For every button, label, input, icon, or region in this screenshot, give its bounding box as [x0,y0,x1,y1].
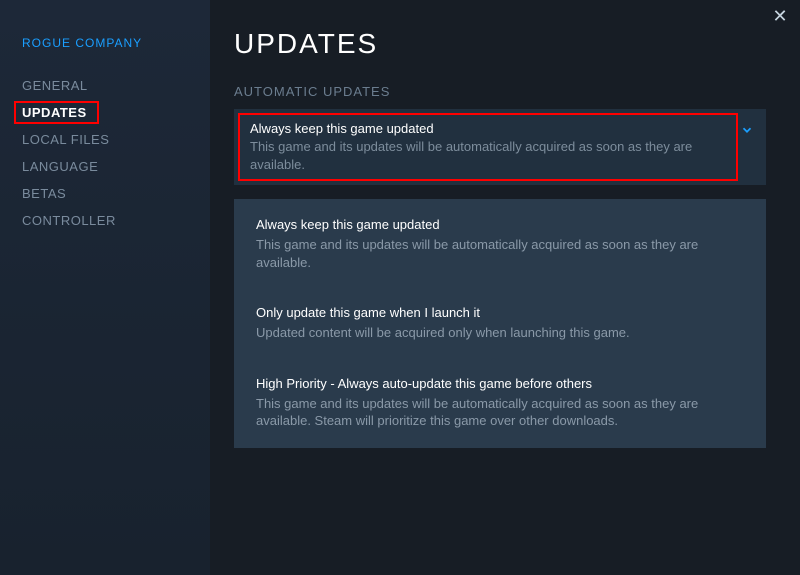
option-desc: Updated content will be acquired only wh… [256,324,744,342]
option-high-priority[interactable]: High Priority - Always auto-update this … [234,366,766,440]
selected-option-title: Always keep this game updated [250,121,726,136]
sidebar-item-updates[interactable]: UPDATES [0,101,210,124]
option-title: Always keep this game updated [256,217,744,232]
sidebar: ROGUE COMPANY GENERAL UPDATES LOCAL FILE… [0,0,210,575]
selected-option-desc: This game and its updates will be automa… [250,138,726,173]
sidebar-item-general[interactable]: GENERAL [0,72,210,99]
option-update-on-launch[interactable]: Only update this game when I launch it U… [234,295,766,352]
chevron-down-icon [740,123,754,140]
main-content: UPDATES AUTOMATIC UPDATES Always keep th… [210,0,800,575]
game-title: ROGUE COMPANY [0,36,210,72]
close-icon[interactable]: ✕ [770,6,790,26]
option-always-updated[interactable]: Always keep this game updated This game … [234,207,766,281]
option-title: Only update this game when I launch it [256,305,744,320]
option-desc: This game and its updates will be automa… [256,395,744,430]
sidebar-item-language[interactable]: LANGUAGE [0,153,210,180]
update-mode-options-list: Always keep this game updated This game … [234,199,766,448]
option-desc: This game and its updates will be automa… [256,236,744,271]
update-mode-dropdown[interactable]: Always keep this game updated This game … [234,109,766,185]
sidebar-item-local-files[interactable]: LOCAL FILES [0,126,210,153]
option-title: High Priority - Always auto-update this … [256,376,744,391]
sidebar-item-controller[interactable]: CONTROLLER [0,207,210,234]
page-title: UPDATES [234,28,766,60]
sidebar-item-updates-label: UPDATES [14,101,99,124]
section-label-automatic-updates: AUTOMATIC UPDATES [234,84,766,99]
sidebar-item-betas[interactable]: BETAS [0,180,210,207]
